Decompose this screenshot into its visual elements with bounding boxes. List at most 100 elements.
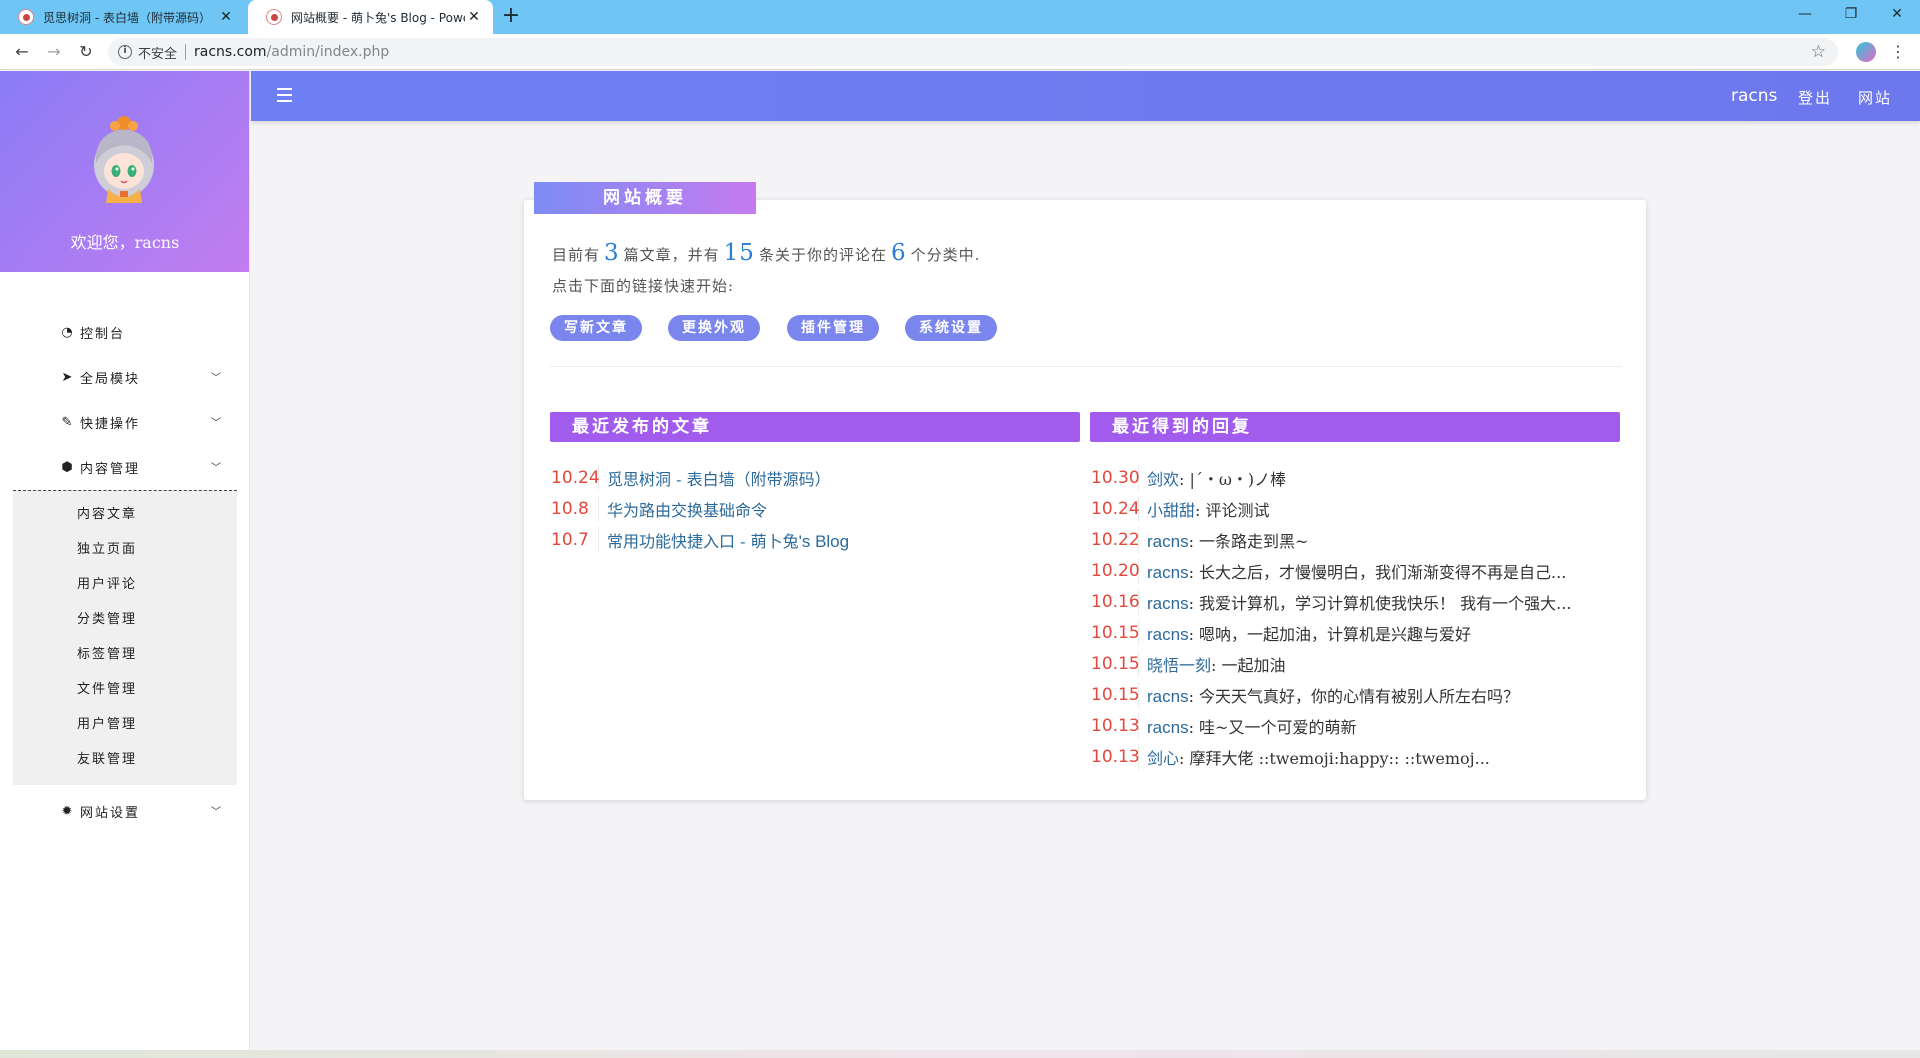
reply-date: 10.15 — [1091, 681, 1140, 708]
list-item: 10.16 racns: 我爱计算机，学习计算机使我快乐！ 我有一个强大... — [1091, 586, 1623, 617]
reply-text-link[interactable]: : 评论测试 — [1195, 501, 1269, 520]
reply-text-link[interactable]: : 一起加油 — [1211, 656, 1285, 675]
reply-date: 10.22 — [1091, 526, 1140, 553]
reply-content: racns: 今天天气真好，你的心情有被别人所左右吗？ — [1139, 683, 1519, 707]
sidebar-item-content-management[interactable]: ⬢ 内容管理 ﹀ — [0, 445, 249, 490]
submenu-item-categories[interactable]: 分类管理 — [13, 602, 237, 637]
sidebar-item-dashboard[interactable]: ◔ 控制台 — [0, 310, 249, 355]
categories-count: 6 — [890, 240, 907, 266]
reply-date: 10.30 — [1091, 464, 1140, 491]
browser-tab[interactable]: 觅思树洞 - 表白墙（附带源码） ✕ — [0, 0, 245, 34]
submenu-item-users[interactable]: 用户管理 — [13, 707, 237, 742]
list-item: 10.15 racns: 嗯呐，一起加油，计算机是兴趣与爱好 — [1091, 617, 1623, 648]
post-title-link[interactable]: 华为路由交换基础命令 — [599, 497, 767, 521]
post-date: 10.7 — [551, 526, 599, 553]
logout-link[interactable]: 登出 — [1798, 87, 1832, 108]
reply-author-link[interactable]: 小甜甜 — [1147, 501, 1195, 520]
recent-replies-list: 10.30 剑欢: |´・ω・)ノ棒 10.24 小甜甜: 评论测试 10.22 racn… — [1091, 462, 1623, 772]
post-title-link[interactable]: 觅思树洞 - 表白墙（附带源码） — [599, 466, 831, 490]
submenu-item-comments[interactable]: 用户评论 — [13, 567, 237, 602]
reply-text-link[interactable]: : 一条路走到黑~ — [1189, 532, 1309, 551]
new-tab-button[interactable]: + — [498, 4, 524, 30]
reply-date: 10.24 — [1091, 495, 1140, 522]
submenu-item-files[interactable]: 文件管理 — [13, 672, 237, 707]
list-item: 10.13 剑心: 摩拜大佬 ::twemoji:happy:: ::twemoj… — [1091, 741, 1623, 772]
sidebar-item-quick-actions[interactable]: ✎ 快捷操作 ﹀ — [0, 400, 249, 445]
reply-author-link[interactable]: racns — [1147, 687, 1189, 706]
comments-count: 15 — [723, 240, 755, 266]
dashboard-icon: ◔ — [61, 325, 75, 340]
header-username[interactable]: racns — [1731, 86, 1777, 106]
sidebar-item-label: 网站设置 — [80, 806, 141, 821]
reply-text-link[interactable]: : |´・ω・)ノ棒 — [1179, 470, 1286, 489]
quick-start-hint: 点击下面的链接快速开始: — [552, 277, 735, 295]
browser-menu-icon[interactable]: ⋮ — [1888, 40, 1908, 64]
summary-text: 目前有 — [552, 246, 601, 264]
view-site-link[interactable]: 网站 — [1858, 87, 1892, 108]
system-settings-button[interactable]: 系统设置 — [905, 315, 997, 341]
change-theme-button[interactable]: 更换外观 — [668, 315, 760, 341]
post-title-link[interactable]: 常用功能快捷入口 - 萌卜兔's Blog — [599, 528, 849, 552]
list-item: 10.20 racns: 长大之后，才慢慢明白，我们渐渐变得不再是自己... — [1091, 555, 1623, 586]
reply-author-link[interactable]: 晓悟一刻 — [1147, 656, 1211, 675]
reply-text-link[interactable]: : 摩拜大佬 ::twemoji:happy:: ::twemoj... — [1179, 749, 1490, 768]
list-item: 10.7 常用功能快捷入口 - 萌卜兔's Blog — [551, 524, 1081, 555]
reply-text-link[interactable]: : 哇~又一个可爱的萌新 — [1189, 718, 1357, 737]
reply-content: racns: 我爱计算机，学习计算机使我快乐！ 我有一个强大... — [1139, 590, 1571, 614]
address-bar[interactable]: i 不安全 racns.com /admin/index.php ☆ — [108, 38, 1838, 66]
chevron-down-icon: ﹀ — [211, 463, 223, 474]
info-icon[interactable]: i — [118, 45, 132, 59]
sidebar-header: 欢迎您，racns — [0, 71, 249, 272]
reload-icon[interactable]: ↻ — [74, 40, 98, 64]
reply-text-link[interactable]: : 嗯呐，一起加油，计算机是兴趣与爱好 — [1189, 625, 1471, 644]
restore-window-button[interactable]: ❐ — [1828, 0, 1874, 30]
reply-text-link[interactable]: : 我爱计算机，学习计算机使我快乐！ 我有一个强大... — [1189, 594, 1572, 613]
sidebar-menu: ◔ 控制台 ➤ 全局模块 ﹀ ✎ 快捷操作 ﹀ ⬢ 内容管理 ﹀ 内容文章 独立… — [0, 272, 249, 834]
submenu-item-links[interactable]: 友联管理 — [13, 742, 237, 777]
plugin-management-button[interactable]: 插件管理 — [787, 315, 879, 341]
reply-author-link[interactable]: racns — [1147, 594, 1189, 613]
reply-author-link[interactable]: 剑欢 — [1147, 470, 1179, 489]
hamburger-menu-icon[interactable] — [277, 88, 292, 102]
close-tab-icon[interactable]: ✕ — [217, 9, 235, 25]
reply-author-link[interactable]: racns — [1147, 718, 1189, 737]
recent-replies-heading: 最近得到的回复 — [1090, 412, 1620, 442]
submenu-item-posts[interactable]: 内容文章 — [13, 497, 237, 532]
sidebar-item-site-settings[interactable]: ✹ 网站设置 ﹀ — [0, 789, 249, 834]
profile-avatar-icon[interactable] — [1856, 42, 1876, 62]
reply-date: 10.15 — [1091, 619, 1140, 646]
sidebar: 欢迎您，racns ◔ 控制台 ➤ 全局模块 ﹀ ✎ 快捷操作 ﹀ ⬢ 内容管理… — [0, 71, 250, 1051]
sidebar-item-global-modules[interactable]: ➤ 全局模块 ﹀ — [0, 355, 249, 400]
write-post-button[interactable]: 写新文章 — [550, 315, 642, 341]
submenu-item-pages[interactable]: 独立页面 — [13, 532, 237, 567]
forward-arrow-icon[interactable]: → — [42, 40, 66, 64]
reply-content: racns: 长大之后，才慢慢明白，我们渐渐变得不再是自己... — [1139, 559, 1566, 583]
chevron-down-icon: ﹀ — [211, 373, 223, 384]
reply-author-link[interactable]: 剑心 — [1147, 749, 1179, 768]
reply-author-link[interactable]: racns — [1147, 563, 1189, 582]
sidebar-item-label: 控制台 — [80, 327, 126, 342]
close-tab-icon[interactable]: ✕ — [465, 9, 483, 25]
list-item: 10.30 剑欢: |´・ω・)ノ棒 — [1091, 462, 1623, 493]
close-window-button[interactable]: ✕ — [1874, 0, 1920, 30]
reply-text-link[interactable]: : 今天天气真好，你的心情有被别人所左右吗？ — [1189, 687, 1519, 706]
list-item: 10.24 小甜甜: 评论测试 — [1091, 493, 1623, 524]
taskbar-strip — [0, 1050, 1920, 1058]
reply-author-link[interactable]: racns — [1147, 625, 1189, 644]
reply-content: racns: 哇~又一个可爱的萌新 — [1139, 714, 1356, 738]
divider — [185, 44, 187, 60]
browser-tab-active[interactable]: 网站概要 - 萌卜兔's Blog - Powered by Typecho ✕ — [248, 0, 493, 34]
minimize-window-button[interactable]: — — [1782, 0, 1828, 30]
submenu-item-tags[interactable]: 标签管理 — [13, 637, 237, 672]
reply-content: racns: 嗯呐，一起加油，计算机是兴趣与爱好 — [1139, 621, 1471, 645]
bookmark-star-icon[interactable]: ☆ — [1811, 42, 1826, 62]
reply-content: 剑心: 摩拜大佬 ::twemoji:happy:: ::twemoj... — [1139, 745, 1490, 769]
browser-toolbar: ← → ↻ i 不安全 racns.com /admin/index.php ☆… — [0, 34, 1920, 70]
back-arrow-icon[interactable]: ← — [10, 40, 34, 64]
reply-text-link[interactable]: : 长大之后，才慢慢明白，我们渐渐变得不再是自己... — [1189, 563, 1567, 582]
list-item: 10.8 华为路由交换基础命令 — [551, 493, 1081, 524]
security-label[interactable]: 不安全 — [138, 43, 177, 62]
reply-author-link[interactable]: racns — [1147, 532, 1189, 551]
site-favicon-icon — [266, 9, 282, 25]
user-avatar[interactable] — [84, 113, 164, 205]
